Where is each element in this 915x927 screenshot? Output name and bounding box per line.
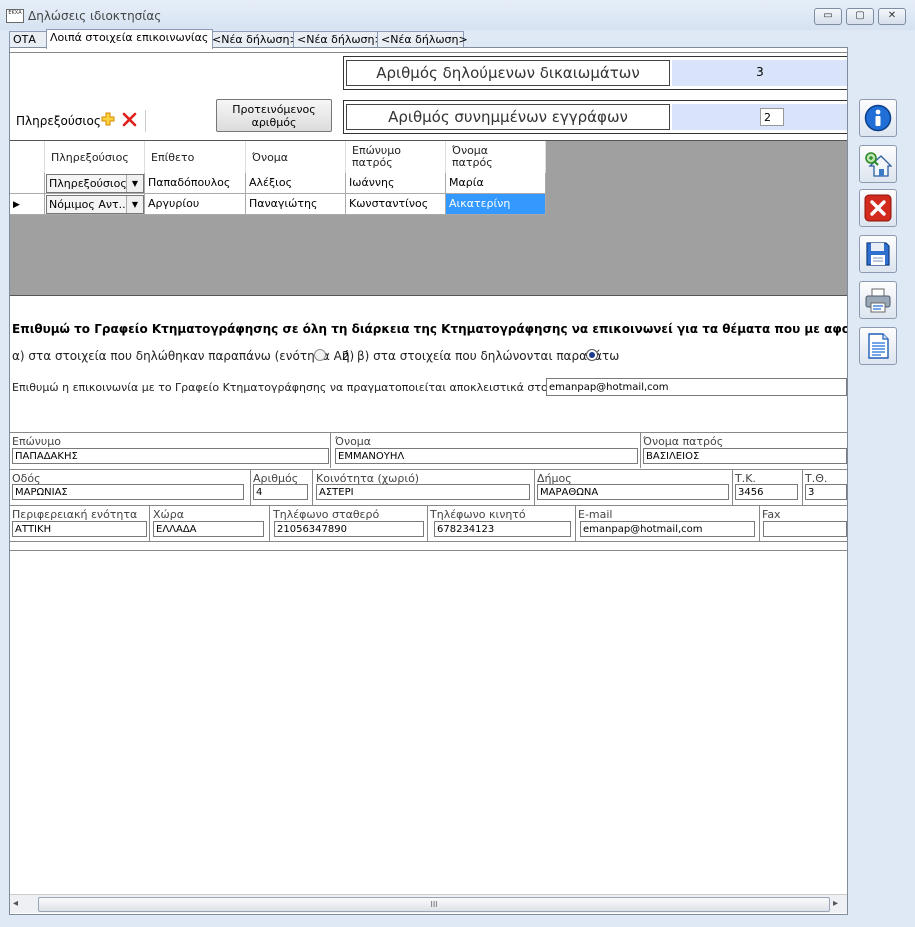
scroll-right-icon[interactable]: ▸ <box>833 898 838 909</box>
docs-count-value-cell: 2 <box>672 104 847 130</box>
delete-x-icon <box>864 194 892 222</box>
country-input[interactable]: ΕΛΛΑΔΑ <box>153 521 264 537</box>
horizontal-scrollbar[interactable]: ◂ III ▸ <box>10 894 847 913</box>
floppy-disk-icon <box>866 242 890 266</box>
proxy-label: Πληρεξούσιος <box>16 114 101 128</box>
rights-count-value-cell: 3 <box>672 60 847 86</box>
docs-count-box: Αριθμός συνημμένων εγγράφων 2 <box>343 100 847 134</box>
email-only-label: Επιθυμώ η επικοινωνία με το Γραφείο Κτημ… <box>12 381 586 394</box>
table-cell-selected[interactable]: Αικατερίνη <box>446 194 546 215</box>
column-header-name[interactable]: Όνομα <box>246 141 346 173</box>
name-input[interactable]: ΕΜΜΑΝΟΥΗΛ <box>335 448 638 464</box>
document-icon <box>868 333 889 359</box>
row-header-corner <box>10 141 45 173</box>
table-row-cell[interactable]: Πληρεξούσιος ▼ <box>45 173 145 194</box>
printer-icon <box>865 288 891 313</box>
tab-new-declaration-1[interactable]: <Νέα δήλωση> <box>208 31 299 48</box>
surname-input[interactable]: ΠΑΠΑΔΑΚΗΣ <box>12 448 329 464</box>
column-header-surname[interactable]: Επίθετο <box>145 141 246 173</box>
info-button[interactable] <box>859 99 897 137</box>
close-window-button[interactable]: ✕ <box>878 8 906 25</box>
email-input[interactable]: emanpap@hotmail,com <box>580 521 755 537</box>
option-b-radio[interactable] <box>586 349 598 361</box>
info-icon <box>864 104 892 132</box>
email-label: E-mail <box>578 508 613 521</box>
phone-input[interactable]: 21056347890 <box>274 521 424 537</box>
option-a-radio[interactable] <box>314 349 326 361</box>
document-button[interactable] <box>859 327 897 365</box>
table-cell[interactable]: Αλέξιος <box>246 173 346 194</box>
main-panel: Αριθμός δηλούμενων δικαιωμάτων 3 Αριθμός… <box>9 47 848 915</box>
table-cell[interactable]: Μαρία <box>446 173 546 194</box>
column-header-father-surname[interactable]: Επώνυμο πατρός <box>346 141 446 173</box>
column-header-father-name[interactable]: Όνομα πατρός <box>446 141 546 173</box>
minimize-button[interactable]: ▭ <box>814 8 842 25</box>
name-label: Όνομα <box>335 435 372 448</box>
or-label: ή <box>342 349 350 363</box>
postcode-input[interactable]: 3456 <box>735 484 798 500</box>
fax-label: Fax <box>762 508 781 521</box>
print-button[interactable] <box>859 281 897 319</box>
rights-count-box: Αριθμός δηλούμενων δικαιωμάτων 3 <box>343 56 847 90</box>
proxy-grid: Πληρεξούσιος Επίθετο Όνομα Επώνυμο πατρό… <box>10 140 847 296</box>
tab-ota[interactable]: ΟΤΑ <box>9 31 51 48</box>
app-icon: ΕΚΧΑ <box>6 9 24 23</box>
docs-count-input[interactable]: 2 <box>760 108 784 126</box>
phone-label: Τηλέφωνο σταθερό <box>273 508 380 521</box>
fax-input[interactable] <box>763 521 847 537</box>
tab-new-declaration-3[interactable]: <Νέα δήλωση> <box>377 31 468 48</box>
table-cell[interactable]: Ιωάννης <box>346 173 446 194</box>
table-cell[interactable]: Παπαδόπουλος <box>145 173 246 194</box>
delete-proxy-icon[interactable] <box>122 112 137 130</box>
save-button[interactable] <box>859 235 897 273</box>
add-proxy-icon[interactable] <box>100 111 116 130</box>
mobile-label: Τηλέφωνο κινητό <box>430 508 526 521</box>
row-header[interactable]: ▶ <box>10 194 45 215</box>
tab-new-declaration-2[interactable]: <Νέα δήλωση> <box>293 31 384 48</box>
proxy-type-dropdown[interactable]: Νόμιμος Αντ... ▼ <box>46 195 144 214</box>
chevron-down-icon[interactable]: ▼ <box>126 175 143 192</box>
row-header[interactable] <box>10 173 45 194</box>
table-cell[interactable]: Αργυρίου <box>145 194 246 215</box>
community-input[interactable]: ΑΣΤΕΡΙ <box>316 484 530 500</box>
street-input[interactable]: ΜΑΡΩΝΙΑΣ <box>12 484 244 500</box>
father-name-input[interactable]: ΒΑΣΙΛΕΙΟΣ <box>643 448 847 464</box>
number-input[interactable]: 4 <box>253 484 308 500</box>
table-row-cell[interactable]: Νόμιμος Αντ... ▼ <box>45 194 145 215</box>
proxy-type-dropdown[interactable]: Πληρεξούσιος ▼ <box>46 174 144 193</box>
mobile-input[interactable]: 678234123 <box>434 521 571 537</box>
municipality-input[interactable]: ΜΑΡΑΘΩΝΑ <box>537 484 729 500</box>
chevron-down-icon[interactable]: ▼ <box>126 196 143 213</box>
country-label: Χώρα <box>153 508 184 521</box>
table-cell[interactable]: Παναγιώτης <box>246 194 346 215</box>
contact-heading: Επιθυμώ το Γραφείο Κτηματογράφησης σε όλ… <box>12 322 848 336</box>
current-row-icon: ▶ <box>13 200 20 210</box>
email-only-input[interactable]: emanpap@hotmail,com <box>546 378 847 396</box>
table-cell[interactable]: Κωνσταντίνος <box>346 194 446 215</box>
surname-label: Επώνυμο <box>12 435 62 448</box>
region-label: Περιφερειακή ενότητα <box>12 508 138 521</box>
search-property-button[interactable] <box>859 145 897 183</box>
option-b-label: β) στα στοιχεία που δηλώνονται παρακάτω <box>357 349 620 363</box>
column-header-proxy[interactable]: Πληρεξούσιος <box>45 141 145 173</box>
window-title: Δηλώσεις ιδιοκτησίας <box>28 9 162 23</box>
region-input[interactable]: ΑΤΤΙΚΗ <box>12 521 147 537</box>
radio-dot-icon <box>589 352 595 358</box>
tab-other-contact[interactable]: Λοιπά στοιχεία επικοινωνίας <box>46 29 213 49</box>
option-a-label: α) στα στοιχεία που δηλώθηκαν παραπάνω (… <box>12 349 355 363</box>
rights-count-label: Αριθμός δηλούμενων δικαιωμάτων <box>346 60 670 86</box>
maximize-button[interactable]: ▢ <box>846 8 874 25</box>
suggested-number-button[interactable]: Προτεινόμενος αριθμός <box>216 99 332 132</box>
home-search-icon <box>865 152 892 177</box>
rights-count-value: 3 <box>756 65 764 79</box>
docs-count-label: Αριθμός συνημμένων εγγράφων <box>346 104 670 130</box>
father-name-label: Όνομα πατρός <box>643 435 724 448</box>
scroll-left-icon[interactable]: ◂ <box>13 898 18 909</box>
po-box-input[interactable]: 3 <box>805 484 847 500</box>
scroll-thumb[interactable]: III <box>38 897 830 912</box>
delete-button[interactable] <box>859 189 897 227</box>
